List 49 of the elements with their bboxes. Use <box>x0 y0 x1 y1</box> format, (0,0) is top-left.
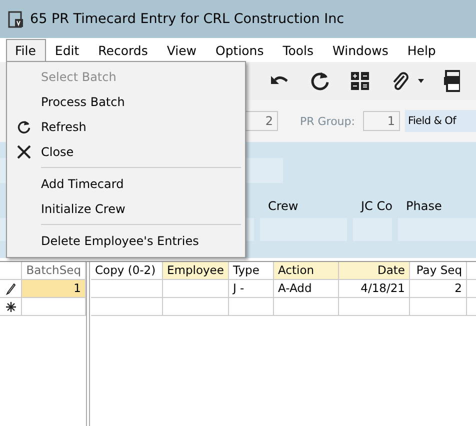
close-icon <box>17 144 31 158</box>
column-header: Type <box>229 262 274 280</box>
menu-item[interactable]: View <box>158 38 207 62</box>
table-cell <box>229 298 274 316</box>
table-cell: A-Add <box>274 280 339 298</box>
table-cell[interactable] <box>22 298 86 316</box>
menu-item[interactable]: Help <box>398 38 446 62</box>
menu-item[interactable]: Delete Employee's Entries <box>7 228 245 253</box>
menu-item[interactable]: Add Timecard <box>7 171 245 196</box>
menu-item[interactable]: Process Batch <box>7 89 245 114</box>
refresh-icon <box>17 120 31 134</box>
pencil-icon <box>6 282 16 294</box>
calculator-icon[interactable] <box>350 71 370 91</box>
table-cell <box>91 280 163 298</box>
table-cell[interactable]: 1 <box>22 280 86 298</box>
caret-icon[interactable] <box>418 79 424 83</box>
menu-item[interactable]: Edit <box>46 38 90 62</box>
menu-item[interactable]: Options <box>206 38 274 62</box>
menu-item[interactable]: Initialize Crew <box>7 196 245 221</box>
column-header: Employee <box>163 262 229 280</box>
table-cell <box>163 280 229 298</box>
table-cell: J - <box>229 280 274 298</box>
app-icon <box>8 10 24 28</box>
printer-icon[interactable] <box>444 70 460 92</box>
menu-item[interactable]: File <box>6 38 46 62</box>
table-cell <box>339 298 410 316</box>
field-label: PR Group: <box>300 114 355 128</box>
pr-group-description: Field & Of <box>404 110 476 132</box>
field-label: JC Co <box>361 199 394 213</box>
menu-item[interactable]: Close <box>7 139 245 164</box>
menu-item[interactable]: Tools <box>274 38 324 62</box>
menu-item[interactable]: Windows <box>324 38 398 62</box>
column-header: BatchSeq <box>22 262 86 280</box>
menu-item[interactable]: Records <box>89 38 158 62</box>
table-cell <box>274 298 339 316</box>
asterisk-icon <box>6 302 16 312</box>
window-title: 65 PR Timecard Entry for CRL Construction Inc <box>30 11 344 27</box>
column-header: Copy (0-2) <box>91 262 163 280</box>
pr-group-field[interactable]: 1 <box>362 111 400 131</box>
table-cell <box>163 298 229 316</box>
table-cell <box>91 298 163 316</box>
table-cell: 4/18/21 <box>339 280 410 298</box>
table-cell: 2 <box>410 280 467 298</box>
column-header: Pay Seq <box>410 262 467 280</box>
field-label: Crew <box>267 199 300 213</box>
field-label: Phase <box>406 199 443 213</box>
refresh-icon[interactable] <box>310 71 330 91</box>
column-header: Action <box>274 262 339 280</box>
column-header: Date <box>339 262 410 280</box>
